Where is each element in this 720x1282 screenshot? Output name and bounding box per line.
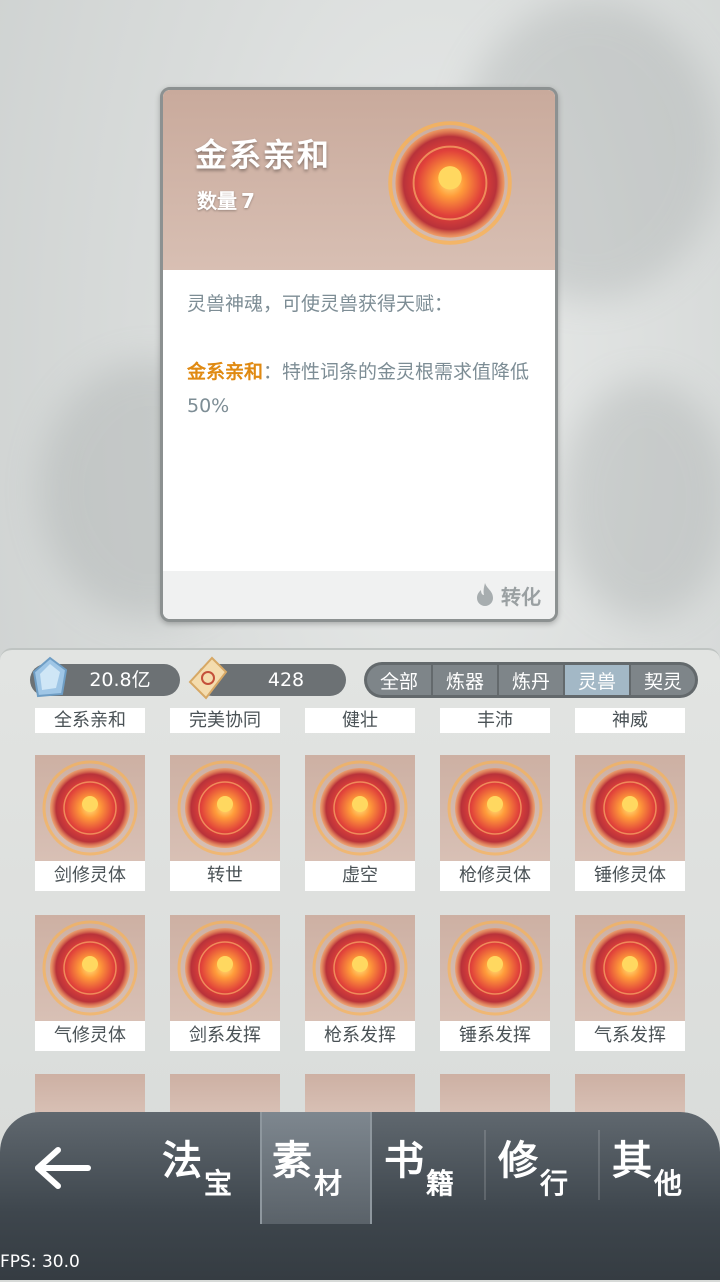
item-label: 转世: [170, 861, 280, 891]
item-image: [575, 755, 685, 861]
inventory-item[interactable]: 3转世: [170, 755, 280, 891]
inventory-item[interactable]: 4锤修灵体: [575, 755, 685, 891]
jade-token-icon: [188, 656, 228, 700]
nav-books[interactable]: 书籍: [374, 1112, 486, 1224]
item-image: [170, 915, 280, 1021]
inventory-item[interactable]: 2剑修灵体: [35, 755, 145, 891]
item-image: [575, 915, 685, 1021]
item-partial[interactable]: [170, 1074, 280, 1114]
inventory-item[interactable]: 枪修灵体: [440, 755, 550, 891]
item-image: [35, 755, 145, 861]
item-partial[interactable]: [440, 1074, 550, 1114]
item-image: [170, 755, 280, 861]
tab-all[interactable]: 全部: [367, 665, 431, 695]
item-label: 剑修灵体: [35, 861, 145, 891]
token-counter: 428: [176, 656, 346, 700]
item-label: 枪系发挥: [305, 1021, 415, 1051]
nav-divider: [598, 1130, 600, 1200]
card-footer: 转化: [163, 571, 555, 619]
item-label: 气系发挥: [575, 1021, 685, 1051]
item-partial[interactable]: [305, 1074, 415, 1114]
inventory-item[interactable]: 3气系发挥: [575, 915, 685, 1051]
item-title: 金系亲和: [195, 136, 332, 174]
item-image: [440, 755, 550, 861]
item-label: 剑系发挥: [170, 1021, 280, 1051]
fire-orb-icon: [388, 121, 512, 245]
nav-divider: [484, 1130, 486, 1200]
item-partial[interactable]: [35, 1074, 145, 1114]
spirit-stone-counter: 20.8亿: [10, 656, 180, 698]
item-quantity: 数量 7: [197, 189, 255, 213]
tab-spirit-beast[interactable]: 灵兽: [565, 665, 629, 695]
background-ink: [560, 380, 720, 620]
tab-alchemy[interactable]: 炼丹: [499, 665, 563, 695]
item-label[interactable]: 丰沛: [440, 708, 550, 733]
flame-icon: [477, 583, 493, 606]
item-image: [35, 915, 145, 1021]
item-detail-card: 金系亲和 数量 7 灵兽神魂，可使灵兽获得天赋： 金系亲和：特性词条的金灵根需求值…: [160, 87, 558, 622]
inventory-item[interactable]: 5锤系发挥: [440, 915, 550, 1051]
convert-button[interactable]: 转化: [473, 579, 541, 611]
item-image: [440, 915, 550, 1021]
tab-forging[interactable]: 炼器: [433, 665, 497, 695]
item-label: 锤系发挥: [440, 1021, 550, 1051]
fire-orb-icon: [42, 920, 138, 1016]
fire-orb-icon: [177, 920, 273, 1016]
back-arrow-icon[interactable]: [30, 1140, 100, 1196]
inventory-item[interactable]: 3虚空: [305, 755, 415, 891]
nav-cultivation[interactable]: 修行: [488, 1112, 600, 1224]
item-label: 锤修灵体: [575, 861, 685, 891]
nav-treasure[interactable]: 法宝: [152, 1112, 264, 1224]
nav-other[interactable]: 其他: [602, 1112, 714, 1224]
item-label: 枪修灵体: [440, 861, 550, 891]
fire-orb-icon: [582, 920, 678, 1016]
inventory-item[interactable]: 4气修灵体: [35, 915, 145, 1051]
spirit-stone-icon: [32, 656, 68, 698]
item-label[interactable]: 全系亲和: [35, 708, 145, 733]
fire-orb-icon: [312, 760, 408, 856]
item-image: [305, 915, 415, 1021]
tab-contract[interactable]: 契灵: [631, 665, 695, 695]
item-label: 虚空: [305, 861, 415, 891]
fire-orb-icon: [312, 920, 408, 1016]
item-description: 灵兽神魂，可使灵兽获得天赋： 金系亲和：特性词条的金灵根需求值降低 50%: [187, 293, 530, 417]
fire-orb-icon: [447, 920, 543, 1016]
nav-materials[interactable]: 素材: [260, 1112, 372, 1224]
category-tabs: 全部 炼器 炼丹 灵兽 契灵: [364, 662, 698, 698]
item-label[interactable]: 健壮: [305, 708, 415, 733]
item-label[interactable]: 完美协同: [170, 708, 280, 733]
item-label[interactable]: 神威: [575, 708, 685, 733]
highlight-text: 金系亲和: [187, 361, 264, 383]
card-header: 金系亲和 数量 7: [163, 90, 555, 270]
item-image: [305, 755, 415, 861]
inventory-item[interactable]: 枪系发挥: [305, 915, 415, 1051]
item-partial[interactable]: [575, 1074, 685, 1114]
fire-orb-icon: [177, 760, 273, 856]
item-label: 气修灵体: [35, 1021, 145, 1051]
fire-orb-icon: [447, 760, 543, 856]
inventory-item[interactable]: 剑系发挥: [170, 915, 280, 1051]
fps-counter: FPS: 30.0: [0, 1252, 80, 1272]
fire-orb-icon: [42, 760, 138, 856]
fire-orb-icon: [582, 760, 678, 856]
